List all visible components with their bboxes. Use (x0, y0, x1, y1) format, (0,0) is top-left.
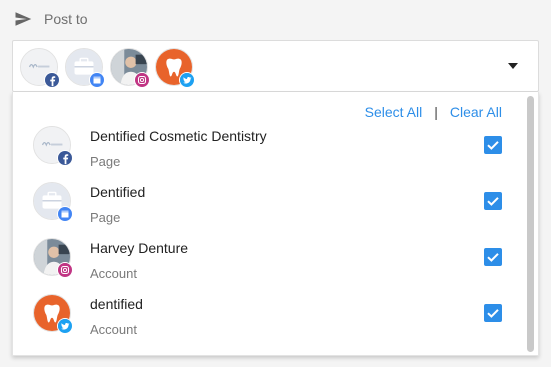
facebook-icon (57, 150, 73, 166)
post-to-widget: Post to Select All | Clear All Dentified… (0, 0, 551, 367)
avatar (33, 294, 73, 334)
facebook-icon (44, 72, 60, 88)
profile-checkbox[interactable] (484, 136, 502, 154)
google-my-business-icon (89, 72, 105, 88)
avatar (33, 126, 73, 166)
selected-avatar-dentified-twitter (155, 48, 195, 88)
instagram-icon (134, 72, 150, 88)
post-to-label: Post to (44, 11, 88, 27)
post-to-header: Post to (14, 10, 88, 28)
profile-dropdown-panel: Select All | Clear All Dentified Cosmeti… (12, 92, 539, 356)
bulk-actions: Select All | Clear All (365, 104, 502, 120)
send-icon (15, 12, 32, 26)
checkmark-icon (487, 197, 499, 206)
google-my-business-icon (57, 206, 73, 222)
select-all-link[interactable]: Select All (365, 104, 423, 120)
profile-type: Page (90, 210, 121, 225)
chevron-down-icon[interactable] (508, 63, 518, 69)
avatar (33, 238, 73, 278)
profile-type: Account (90, 266, 137, 281)
checkmark-icon (487, 309, 499, 318)
list-item[interactable]: Dentified Page (13, 182, 538, 238)
profile-name: Dentified (90, 184, 146, 200)
profile-selector[interactable] (12, 40, 539, 92)
selected-avatar-dentified-gmb (65, 48, 105, 88)
profile-name: Dentified Cosmetic Dentistry (90, 128, 267, 144)
twitter-icon (57, 318, 73, 334)
selected-profile-avatars (20, 48, 195, 88)
profile-checkbox[interactable] (484, 192, 502, 210)
actions-separator: | (434, 104, 438, 120)
twitter-icon (179, 72, 195, 88)
list-item[interactable]: Harvey Denture Account (13, 238, 538, 294)
profile-type: Page (90, 154, 121, 169)
list-item[interactable]: dentified Account (13, 294, 538, 350)
profile-checkbox[interactable] (484, 248, 502, 266)
selected-avatar-harvey-instagram (110, 48, 150, 88)
profile-name: Harvey Denture (90, 240, 189, 256)
profile-checkbox[interactable] (484, 304, 502, 322)
list-item[interactable]: Dentified Cosmetic Dentistry Page (13, 126, 538, 182)
instagram-icon (57, 262, 73, 278)
checkmark-icon (487, 141, 499, 150)
checkmark-icon (487, 253, 499, 262)
profile-list: Dentified Cosmetic Dentistry Page Dentif… (13, 126, 538, 350)
profile-name: dentified (90, 296, 143, 312)
scrollbar[interactable] (527, 96, 534, 352)
clear-all-link[interactable]: Clear All (450, 104, 502, 120)
selected-avatar-dentified-facebook (20, 48, 60, 88)
avatar (33, 182, 73, 222)
profile-type: Account (90, 322, 137, 337)
